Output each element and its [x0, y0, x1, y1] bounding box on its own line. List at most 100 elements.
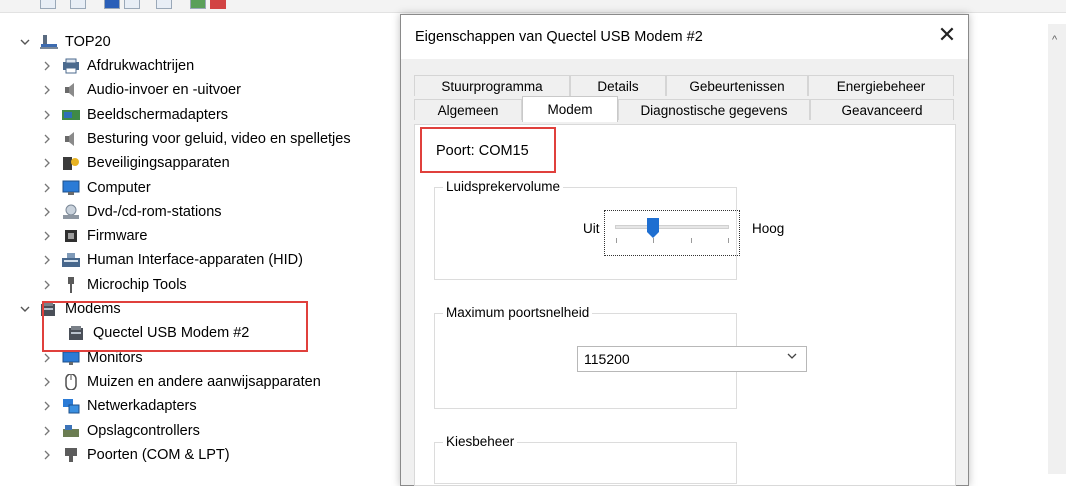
tree-item-label: Netwerkadapters [87, 398, 197, 415]
toolbar-icon[interactable] [156, 0, 172, 9]
port-icon [62, 447, 80, 463]
volume-slider[interactable] [604, 210, 740, 256]
tree-category-item[interactable]: Netwerkadapters [40, 394, 197, 418]
tree-category-item[interactable]: Beeldschermadapters [40, 103, 228, 127]
firmware-chip-icon [62, 228, 80, 244]
chevron-right-icon[interactable] [40, 229, 54, 243]
tree-category-item[interactable]: Muizen en andere aanwijsapparaten [40, 370, 321, 394]
chevron-right-icon[interactable] [40, 424, 54, 438]
tree-category-item[interactable]: Microchip Tools [40, 273, 187, 297]
volume-slider-thumb[interactable] [646, 217, 660, 239]
close-icon[interactable]: ✕ [935, 23, 959, 47]
port-info: Poort: COM15 [436, 143, 529, 159]
display-adapter-icon [62, 107, 80, 123]
toolbar-icon[interactable] [104, 0, 120, 9]
tab-power-management[interactable]: Energiebeheer [808, 75, 954, 96]
mouse-icon [62, 373, 80, 391]
chevron-right-icon[interactable] [40, 399, 54, 413]
chevron-down-icon[interactable] [786, 350, 798, 365]
scroll-up-icon[interactable]: ^ [1052, 34, 1057, 46]
toolbar-icon[interactable] [190, 0, 206, 9]
port-speed-select[interactable]: 115200 [577, 346, 807, 372]
modem-icon [40, 301, 58, 317]
tree-item-label: Human Interface-apparaten (HID) [87, 252, 303, 269]
chevron-right-icon[interactable] [40, 83, 54, 97]
scrollbar[interactable] [1048, 24, 1066, 474]
tree-item-label: Quectel USB Modem #2 [93, 325, 250, 342]
chevron-down-icon[interactable] [18, 35, 32, 49]
tree-item-label: Beeldschermadapters [87, 106, 229, 123]
storage-controller-icon [62, 423, 80, 439]
chevron-right-icon[interactable] [40, 351, 54, 365]
tree-category-item[interactable]: Audio-invoer en -uitvoer [40, 78, 241, 102]
tree-root[interactable]: TOP20 [18, 30, 111, 54]
computer-monitor-icon [62, 180, 80, 196]
chevron-right-icon[interactable] [40, 108, 54, 122]
toolbar-icon[interactable] [70, 0, 86, 9]
dialog-titlebar[interactable]: Eigenschappen van Quectel USB Modem #2 ✕ [401, 15, 968, 59]
tree-item-label: Dvd-/cd-rom-stations [87, 203, 222, 220]
chevron-right-icon[interactable] [40, 253, 54, 267]
speaker-icon [62, 131, 80, 147]
tree-item-label: Beveiligingsapparaten [87, 155, 230, 172]
tab-row-front: Algemeen Modem Diagnostische gegevens Ge… [414, 96, 954, 122]
tab-diagnostics[interactable]: Diagnostische gegevens [618, 99, 810, 120]
chevron-right-icon[interactable] [40, 278, 54, 292]
slider-tick [728, 238, 729, 243]
slider-tick [691, 238, 692, 243]
toolbar-icon[interactable] [210, 0, 226, 9]
tree-item-label: Modems [65, 301, 121, 317]
tree-category-item[interactable]: Opslagcontrollers [40, 419, 200, 443]
tab-advanced[interactable]: Geavanceerd [810, 99, 954, 120]
security-device-icon [62, 155, 80, 171]
monitor-icon [62, 350, 80, 366]
chevron-right-icon[interactable] [40, 59, 54, 73]
tree-item-label: Audio-invoer en -uitvoer [87, 82, 241, 99]
tree-category-item[interactable]: Human Interface-apparaten (HID) [40, 248, 303, 272]
chevron-right-icon[interactable] [40, 132, 54, 146]
dialog-title: Eigenschappen van Quectel USB Modem #2 [415, 29, 703, 45]
tree-category-item[interactable]: Modems [18, 297, 121, 321]
tree-category-item[interactable]: Dvd-/cd-rom-stations [40, 200, 222, 224]
tree-device-item[interactable]: Quectel USB Modem #2 [68, 321, 249, 345]
speaker-icon [62, 82, 80, 98]
tree-category-item[interactable]: Afdrukwachtrijen [40, 54, 194, 78]
chevron-down-icon[interactable] [18, 302, 32, 316]
chevron-right-icon[interactable] [40, 156, 54, 170]
tree-root-label: TOP20 [65, 34, 111, 50]
network-adapter-icon [62, 398, 80, 414]
tree-item-label: Opslagcontrollers [87, 422, 200, 439]
computer-icon [40, 34, 58, 50]
usb-plug-icon [62, 276, 80, 293]
port-value: COM15 [478, 143, 529, 159]
tree-category-item[interactable]: Poorten (COM & LPT) [40, 443, 230, 467]
toolbar-strip [0, 0, 1066, 13]
chevron-right-icon[interactable] [40, 205, 54, 219]
chevron-right-icon[interactable] [40, 375, 54, 389]
tree-category-item[interactable]: Besturing voor geluid, video en spelletj… [40, 127, 351, 151]
toolbar-icon[interactable] [124, 0, 140, 9]
toolbar-icon[interactable] [40, 0, 56, 9]
chevron-right-icon[interactable] [40, 181, 54, 195]
tab-general[interactable]: Algemeen [414, 99, 522, 120]
dial-control-title: Kiesbeheer [443, 434, 518, 449]
modem-icon [68, 325, 86, 341]
tab-details[interactable]: Details [570, 75, 666, 96]
volume-high-label: Hoog [752, 221, 785, 236]
tree-item-label: Afdrukwachtrijen [87, 58, 195, 74]
tab-events[interactable]: Gebeurtenissen [666, 75, 808, 96]
tab-modem[interactable]: Modem [522, 96, 618, 122]
tree-category-item[interactable]: Firmware [40, 224, 147, 248]
tree-category-item[interactable]: Monitors [40, 346, 143, 370]
tab-driver[interactable]: Stuurprogramma [414, 75, 570, 96]
tab-row-back: Stuurprogramma Details Gebeurtenissen En… [414, 75, 954, 97]
dial-control-group: Kiesbeheer [434, 434, 737, 484]
speaker-volume-title: Luidsprekervolume [443, 179, 564, 194]
tree-item-label: Computer [87, 179, 151, 196]
chevron-right-icon[interactable] [40, 448, 54, 462]
port-speed-value: 115200 [584, 351, 630, 367]
volume-slider-track[interactable] [615, 225, 729, 229]
tree-item-label: Microchip Tools [87, 276, 187, 293]
tree-category-item[interactable]: Computer [40, 176, 151, 200]
tree-category-item[interactable]: Beveiligingsapparaten [40, 151, 230, 175]
